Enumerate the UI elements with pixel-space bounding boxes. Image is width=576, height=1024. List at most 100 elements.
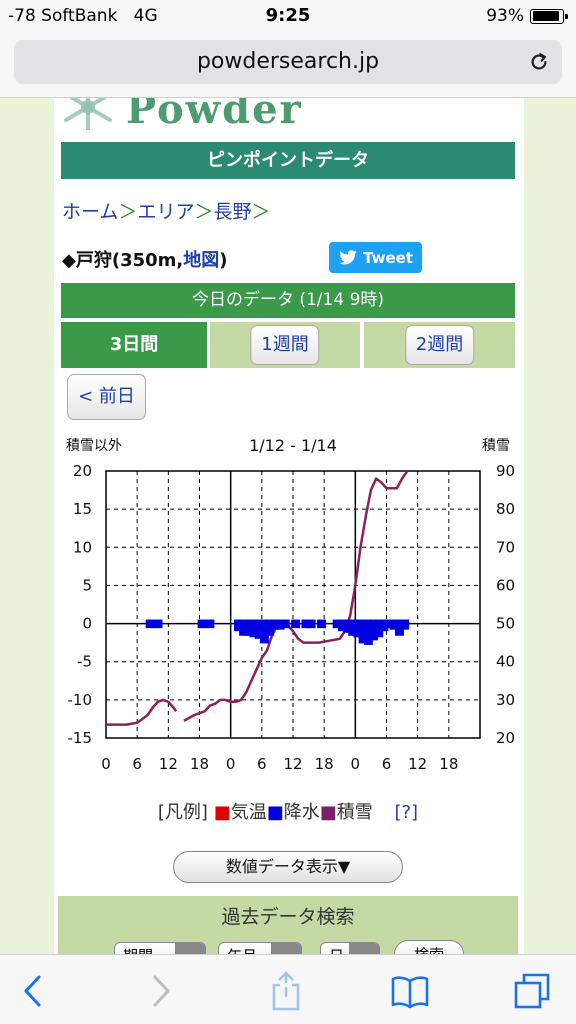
y-right-tick-label: 40 (496, 653, 515, 671)
left-axis-label: 積雪以外 (66, 438, 122, 454)
past-data-search: 過去データ検索 期間 年月 日 検索 (58, 896, 518, 954)
breadcrumb-area[interactable]: エリア (137, 201, 194, 223)
x-tick-label: 12 (408, 755, 427, 773)
y-right-tick-label: 80 (496, 500, 515, 518)
today-data-header: 今日のデータ (1/14 9時) (61, 283, 515, 318)
location-paren: ) (219, 250, 228, 271)
period-tabs: 3日間 1週間 2週間 (61, 322, 515, 368)
tab-1week[interactable]: 1週間 (250, 325, 320, 365)
past-data-title: 過去データ検索 (221, 906, 355, 928)
location-elevation: 350m (120, 250, 177, 271)
legend-snow-swatch: ■ (319, 802, 337, 823)
y-right-tick-label: 20 (496, 729, 515, 747)
period-select-value: 期間 (123, 947, 153, 954)
legend-temp-label: 気温 (230, 802, 267, 823)
status-bar: -78 SoftBank 4G 9:25 93% (0, 0, 576, 32)
legend-help-link[interactable]: [?] (394, 802, 418, 823)
bookmarks-icon[interactable] (390, 971, 430, 1011)
battery-status: 93% (486, 6, 568, 26)
chart-title: 1/12 - 1/14 (249, 436, 337, 455)
site-logo[interactable]: Powder Search!! (54, 98, 524, 130)
y-right-tick-label: 60 (496, 576, 515, 594)
forward-icon[interactable] (140, 971, 180, 1011)
dropdown-arrow-icon (175, 943, 205, 954)
y-left-tick-label: -10 (68, 691, 93, 709)
address-bar[interactable]: powdersearch.jp (14, 40, 562, 84)
past-search-button[interactable]: 検索 (394, 940, 464, 954)
battery-icon (530, 8, 568, 24)
map-link[interactable]: 地図 (183, 250, 219, 271)
snowflake-icon (64, 98, 112, 130)
previous-day-button[interactable]: < 前日 (67, 374, 146, 420)
tab-2weeks[interactable]: 2週間 (404, 325, 475, 365)
x-tick-label: 0 (226, 755, 236, 773)
share-icon[interactable] (266, 971, 306, 1011)
tab-2weeks-cell: 2週間 (364, 322, 515, 368)
page-title: ピンポイントデータ (61, 142, 515, 179)
breadcrumb-home[interactable]: ホーム (62, 201, 118, 223)
battery-percent: 93% (486, 6, 524, 26)
precip-bar (317, 619, 327, 629)
x-tick-label: 0 (101, 755, 111, 773)
y-left-tick-label: 5 (82, 576, 92, 594)
breadcrumb: ホーム＞エリア＞長野＞ (62, 197, 271, 224)
x-tick-label: 18 (315, 755, 334, 773)
y-right-tick-label: 70 (496, 538, 515, 556)
chart-svg: 20151050-5-10-1590807060504030200 6 12 18 0 6… (66, 436, 515, 773)
reload-icon[interactable] (528, 51, 550, 73)
browser-toolbar (0, 954, 576, 1024)
show-numeric-data-button[interactable]: 数値データ表示▼ (173, 851, 403, 883)
chart-legend: [凡例] ■気温■降水■積雪 [?] (54, 798, 522, 824)
precip-bar (400, 619, 410, 630)
year-month-select-value: 年月 (227, 947, 257, 954)
y-right-tick-label: 50 (496, 615, 515, 633)
y-left-tick-label: -15 (68, 729, 93, 747)
url-text: powdersearch.jp (196, 49, 380, 74)
y-left-tick-label: 20 (73, 462, 92, 480)
twitter-bird-icon (339, 249, 357, 264)
location-name: 戸狩 (75, 250, 112, 271)
x-tick-label: 12 (283, 755, 302, 773)
back-icon[interactable] (14, 971, 54, 1011)
day-select-value: 日 (329, 947, 344, 954)
location-paren: ( (111, 250, 121, 271)
legend-snow-label: 積雪 (336, 802, 373, 823)
tweet-button[interactable]: Tweet (329, 242, 422, 273)
x-tick-label: 18 (439, 755, 458, 773)
tab-1week-cell: 1週間 (210, 322, 360, 368)
breadcrumb-separator: ＞ (194, 201, 214, 223)
day-select[interactable]: 日 (320, 942, 380, 954)
y-left-tick-label: 10 (73, 538, 92, 556)
y-right-tick-label: 30 (496, 691, 515, 709)
weather-chart: 20 15 10 5 0 -5 -10 -15 90 80 70 60 50 40 30 20 0 6 12 18 0 6… (54, 424, 522, 786)
precip-bar (306, 619, 316, 629)
precip-bar (291, 619, 301, 629)
right-axis-label: 積雪 (482, 438, 510, 454)
tab-3days[interactable]: 3日間 (61, 322, 207, 368)
precip-bar (197, 619, 207, 629)
y-right-tick-label: 90 (496, 462, 515, 480)
dropdown-arrow-icon (271, 943, 301, 954)
legend-precip-swatch: ■ (266, 802, 284, 823)
location-bullet: ◆ (62, 250, 76, 271)
precip-bar (205, 619, 215, 629)
tabs-icon[interactable] (512, 971, 552, 1011)
year-month-select[interactable]: 年月 (218, 942, 302, 954)
y-left-tick-label: 0 (82, 615, 92, 633)
x-tick-label: 6 (132, 755, 142, 773)
precip-bar (280, 619, 290, 629)
precip-bar (145, 619, 155, 629)
browser-address-area: powdersearch.jp (0, 32, 576, 98)
period-select[interactable]: 期間 (114, 942, 206, 954)
breadcrumb-region[interactable]: 長野 (213, 201, 251, 223)
breadcrumb-separator: ＞ (118, 201, 138, 223)
legend-prefix: [凡例] (157, 802, 208, 823)
y-left-tick-label: 15 (73, 500, 92, 518)
x-tick-label: 0 (351, 755, 361, 773)
x-tick-label: 12 (159, 755, 178, 773)
precip-bar (153, 619, 163, 629)
web-page: Powder Search!! ピンポイントデータ ホーム＞エリア＞長野＞ ◆戸… (0, 98, 576, 954)
x-tick-label: 6 (257, 755, 267, 773)
breadcrumb-separator: ＞ (251, 201, 271, 223)
dropdown-arrow-icon (349, 943, 379, 954)
